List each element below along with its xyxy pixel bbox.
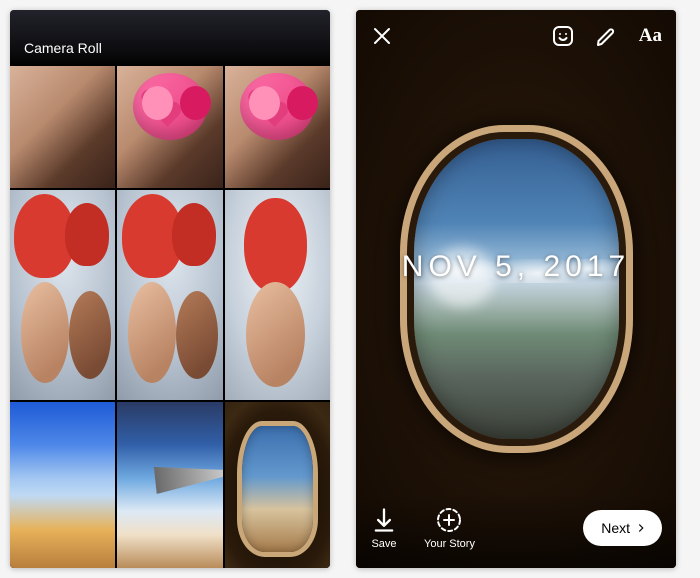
photo-thumbnail[interactable] [117, 402, 222, 568]
draw-icon[interactable] [595, 24, 619, 48]
photo-thumbnail[interactable] [225, 66, 330, 188]
story-canvas[interactable]: NOV 5, 2017 Aa [356, 10, 676, 568]
editor-topbar: Aa [356, 10, 676, 62]
editor-tools: Aa [551, 24, 662, 48]
next-label: Next [601, 520, 630, 536]
camera-roll-title: Camera Roll [24, 40, 102, 56]
your-story-icon [435, 506, 463, 534]
close-icon[interactable] [370, 24, 394, 48]
heart-glasses-icon [251, 92, 274, 115]
photo-thumbnail[interactable] [10, 66, 115, 188]
photo-thumbnail[interactable] [225, 402, 330, 568]
story-editor-screen: NOV 5, 2017 Aa [356, 10, 676, 568]
photo-thumbnail[interactable] [10, 190, 115, 400]
save-label: Save [371, 538, 396, 550]
photo-grid [10, 66, 330, 568]
text-tool-icon[interactable]: Aa [639, 25, 662, 47]
editor-bottombar: Save Your Story Next [356, 494, 676, 568]
photo-thumbnail[interactable] [10, 402, 115, 568]
download-icon [370, 506, 398, 534]
save-button[interactable]: Save [370, 506, 398, 550]
story-photo [356, 10, 676, 568]
your-story-label: Your Story [424, 538, 475, 550]
your-story-button[interactable]: Your Story [424, 506, 475, 550]
heart-glasses-icon [143, 92, 166, 115]
camera-roll-screen: Camera Roll [10, 10, 330, 568]
photo-thumbnail[interactable] [117, 66, 222, 188]
camera-roll-header[interactable]: Camera Roll [10, 10, 330, 66]
next-button[interactable]: Next [583, 510, 662, 546]
photo-thumbnail[interactable] [225, 190, 330, 400]
airplane-window-icon [414, 139, 619, 439]
photo-thumbnail[interactable] [117, 190, 222, 400]
sticker-icon[interactable] [551, 24, 575, 48]
date-sticker[interactable]: NOV 5, 2017 [356, 250, 676, 284]
chevron-right-icon [634, 521, 648, 535]
